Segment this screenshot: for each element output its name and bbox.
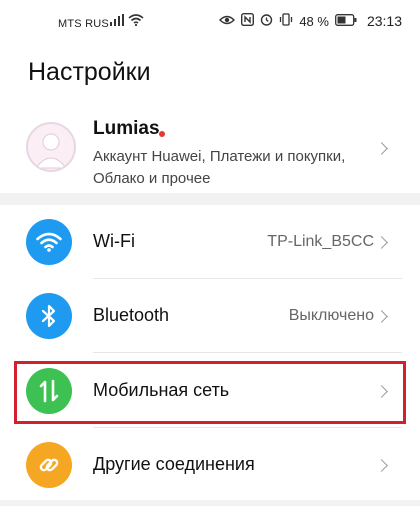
chevron-right-icon bbox=[375, 236, 388, 249]
wifi-status-icon bbox=[128, 14, 144, 29]
section-divider bbox=[0, 193, 420, 205]
wifi-value: TP-Link_B5CC bbox=[267, 233, 374, 250]
row-divider bbox=[93, 352, 402, 353]
account-subtitle: Аккаунт Huawei, Платежи и покупки, Облак… bbox=[93, 148, 346, 187]
page-title: Настройки bbox=[28, 58, 151, 86]
alarm-icon bbox=[260, 13, 273, 29]
bluetooth-icon bbox=[26, 293, 72, 339]
notification-dot bbox=[159, 131, 165, 137]
settings-row-bluetooth[interactable]: Bluetooth Выключено bbox=[0, 279, 420, 353]
status-icons: 48 % 23:13 bbox=[219, 12, 402, 29]
other-connections-label: Другие соединения bbox=[93, 454, 255, 474]
carrier-name: MTS RUS bbox=[58, 18, 109, 30]
chevron-right-icon bbox=[375, 310, 388, 323]
vibrate-icon bbox=[279, 13, 293, 29]
eye-icon bbox=[219, 14, 236, 29]
chevron-right-icon bbox=[375, 459, 388, 472]
wifi-label: Wi-Fi bbox=[93, 231, 135, 251]
clock: 23:13 bbox=[366, 13, 402, 29]
settings-row-other-connections[interactable]: Другие соединения bbox=[0, 428, 420, 502]
nfc-icon bbox=[241, 12, 255, 29]
bluetooth-label: Bluetooth bbox=[93, 305, 170, 325]
highlight-frame bbox=[14, 361, 406, 424]
signal-icon bbox=[110, 14, 124, 29]
account-row[interactable]: Lumias Аккаунт Huawei, Платежи и покупки… bbox=[0, 108, 420, 192]
bluetooth-value: Выключено bbox=[288, 307, 374, 324]
wifi-icon bbox=[26, 219, 72, 265]
settings-row-wifi[interactable]: Wi-Fi TP-Link_B5CC bbox=[0, 205, 420, 279]
avatar bbox=[26, 122, 76, 172]
battery-icon bbox=[335, 13, 357, 29]
status-bar: MTS RUS 48 % 23:13 bbox=[0, 0, 420, 44]
account-name: Lumias bbox=[93, 118, 160, 139]
battery-percent: 48 % bbox=[299, 13, 329, 29]
link-icon bbox=[26, 442, 72, 488]
section-divider bbox=[0, 500, 420, 506]
